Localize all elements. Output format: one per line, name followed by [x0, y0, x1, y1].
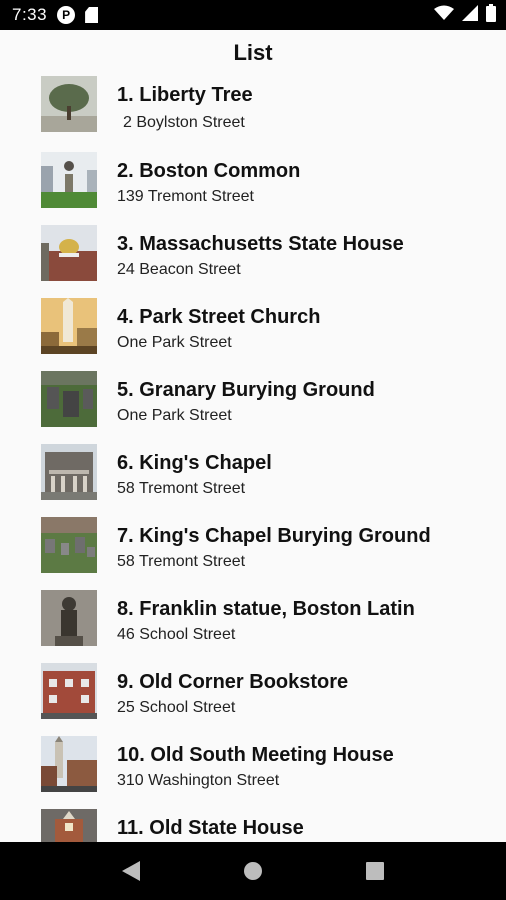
place-title: 3. Massachusetts State House — [117, 233, 404, 255]
list-item[interactable]: 2. Boston Common 139 Tremont Street — [0, 152, 506, 212]
p-circle-icon: P — [57, 6, 76, 24]
list-item[interactable]: 3. Massachusetts State House 24 Beacon S… — [0, 225, 506, 285]
list-item[interactable]: 7. King's Chapel Burying Ground 58 Tremo… — [0, 517, 506, 577]
list-item[interactable]: 10. Old South Meeting House 310 Washingt… — [0, 736, 506, 796]
place-address: One Park Street — [117, 334, 232, 351]
status-time: 7:33 — [12, 5, 48, 24]
place-title: 6. King's Chapel — [117, 452, 272, 474]
place-title: 5. Granary Burying Ground — [117, 379, 375, 401]
place-title: 11. Old State House — [117, 817, 304, 839]
place-thumbnail — [41, 517, 97, 573]
home-circle-icon[interactable] — [233, 851, 273, 891]
place-address: 46 School Street — [117, 626, 236, 643]
place-address: 58 Tremont Street — [117, 480, 246, 497]
list-item[interactable]: 9. Old Corner Bookstore 25 School Street — [0, 663, 506, 723]
place-thumbnail — [41, 736, 97, 792]
place-title: 9. Old Corner Bookstore — [117, 671, 349, 693]
list-item[interactable]: 1. Liberty Tree 2 Boylston Street — [0, 76, 506, 136]
place-title: 4. Park Street Church — [117, 306, 321, 328]
list-item[interactable]: 4. Park Street Church One Park Street — [0, 298, 506, 358]
sd-card-icon — [85, 7, 99, 23]
place-address: 58 Tremont Street — [117, 553, 246, 570]
place-title: 8. Franklin statue, Boston Latin — [117, 598, 415, 620]
place-thumbnail — [41, 444, 97, 500]
list-item[interactable]: 6. King's Chapel 58 Tremont Street — [0, 444, 506, 504]
place-thumbnail — [41, 371, 97, 427]
list-item[interactable]: 5. Granary Burying Ground One Park Stree… — [0, 371, 506, 431]
page-title: List — [233, 40, 273, 65]
place-title: 10. Old South Meeting House — [117, 744, 394, 766]
place-thumbnail — [41, 590, 97, 646]
cell-signal-icon — [462, 4, 478, 26]
place-title: 1. Liberty Tree — [117, 84, 253, 106]
place-address: One Park Street — [117, 407, 232, 424]
place-thumbnail — [41, 663, 97, 719]
place-address: 139 Tremont Street — [117, 188, 254, 205]
list-item[interactable]: 8. Franklin statue, Boston Latin 46 Scho… — [0, 590, 506, 650]
status-bar: 7:33 P — [0, 0, 506, 30]
list-item[interactable]: 11. Old State House — [0, 809, 506, 842]
place-thumbnail — [41, 225, 97, 281]
place-title: 2. Boston Common — [117, 160, 301, 182]
place-thumbnail — [41, 152, 97, 208]
recents-square-icon[interactable] — [355, 851, 395, 891]
place-title: 7. King's Chapel Burying Ground — [117, 525, 431, 547]
wifi-icon — [434, 5, 454, 26]
place-thumbnail — [41, 76, 97, 132]
place-thumbnail — [41, 809, 97, 842]
place-address: 24 Beacon Street — [117, 261, 241, 278]
place-address: 310 Washington Street — [117, 772, 280, 789]
places-list[interactable]: 1. Liberty Tree 2 Boylston Street 2. Bos… — [0, 76, 506, 842]
app-header: List — [0, 30, 506, 76]
place-address: 2 Boylston Street — [123, 114, 245, 131]
place-address: 25 School Street — [117, 699, 236, 716]
navigation-bar — [0, 842, 506, 900]
place-thumbnail — [41, 298, 97, 354]
back-triangle-icon[interactable] — [111, 851, 151, 891]
battery-icon — [486, 3, 496, 27]
